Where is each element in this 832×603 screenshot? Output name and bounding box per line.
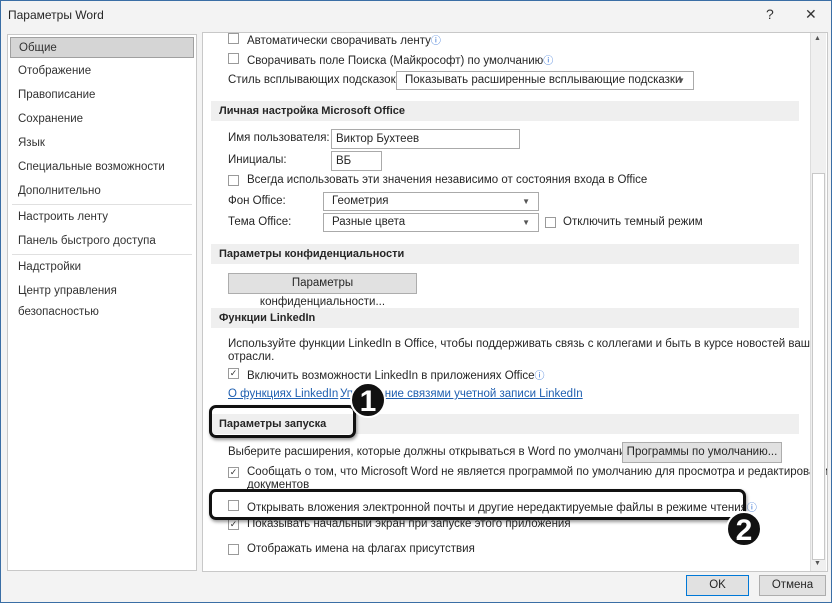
annotation-box-2 bbox=[209, 489, 746, 520]
dropdown-arrow-icon: ▼ bbox=[522, 197, 530, 206]
notify-default-checkbox[interactable]: ✓ bbox=[228, 467, 239, 478]
sidebar-item-save[interactable]: Сохранение bbox=[10, 109, 194, 130]
dropdown-arrow-icon: ▼ bbox=[677, 76, 685, 85]
disable-dark-label: Отключить темный режим bbox=[563, 216, 703, 228]
section-header-personal: Личная настройка Microsoft Office bbox=[211, 101, 799, 121]
choose-extensions-label: Выберите расширения, которые должны откр… bbox=[228, 446, 638, 458]
sidebar-item-customize-ribbon[interactable]: Настроить ленту bbox=[10, 207, 194, 228]
collapse-search-label: Сворачивать поле Поиска (Майкрософт) по … bbox=[247, 55, 544, 67]
always-use-checkbox[interactable] bbox=[228, 175, 239, 186]
sidebar-item-language[interactable]: Язык bbox=[10, 133, 194, 154]
linkedin-description: Используйте функции LinkedIn в Office, ч… bbox=[228, 338, 823, 350]
theme-value: Разные цвета bbox=[332, 216, 406, 228]
collapse-search-checkbox[interactable] bbox=[228, 53, 239, 64]
linkedin-enable-checkbox[interactable]: ✓ bbox=[228, 368, 239, 379]
theme-select[interactable]: Разные цвета ▼ bbox=[323, 213, 539, 232]
info-icon[interactable]: ⓘ bbox=[543, 56, 553, 67]
username-input[interactable]: Виктор Бухтеев bbox=[331, 129, 520, 149]
default-programs-button[interactable]: Программы по умолчанию... bbox=[622, 442, 782, 463]
presence-checkbox[interactable] bbox=[228, 544, 239, 555]
scrollbar[interactable]: ▲ ▼ bbox=[810, 33, 826, 571]
notify-default-label: Сообщать о том, что Microsoft Word не яв… bbox=[247, 466, 828, 478]
annotation-number-2: 2 bbox=[726, 511, 762, 547]
section-header-privacy: Параметры конфиденциальности bbox=[211, 244, 799, 264]
initials-input[interactable]: ВБ bbox=[331, 151, 382, 171]
initials-label: Инициалы: bbox=[228, 154, 287, 166]
section-header-linkedin: Функции LinkedIn bbox=[211, 308, 799, 328]
sidebar-item-addins[interactable]: Надстройки bbox=[10, 257, 194, 278]
background-value: Геометрия bbox=[332, 195, 389, 207]
cancel-button[interactable]: Отмена bbox=[759, 575, 826, 596]
tooltip-style-value: Показывать расширенные всплывающие подск… bbox=[405, 74, 682, 86]
linkedin-description-cont: отрасли. bbox=[228, 351, 275, 363]
tooltip-style-select[interactable]: Показывать расширенные всплывающие подск… bbox=[396, 71, 694, 90]
show-start-screen-checkbox[interactable]: ✓ bbox=[228, 519, 239, 530]
info-icon[interactable]: ⓘ bbox=[535, 371, 545, 382]
close-button[interactable]: ✕ bbox=[805, 6, 817, 23]
background-select[interactable]: Геометрия ▼ bbox=[323, 192, 539, 211]
auto-collapse-ribbon-checkbox[interactable] bbox=[228, 33, 239, 44]
tooltip-style-label: Стиль всплывающих подсказок: bbox=[228, 74, 399, 86]
window-title: Параметры Word bbox=[8, 8, 104, 22]
ok-button[interactable]: OK bbox=[686, 575, 749, 596]
sidebar-item-quick-access[interactable]: Панель быстрого доступа bbox=[10, 231, 194, 252]
sidebar: Общие Отображение Правописание Сохранени… bbox=[7, 34, 197, 571]
divider bbox=[12, 204, 192, 205]
sidebar-item-display[interactable]: Отображение bbox=[10, 61, 194, 82]
linkedin-about-link[interactable]: О функциях LinkedIn bbox=[228, 388, 338, 400]
sidebar-item-general[interactable]: Общие bbox=[10, 37, 194, 58]
auto-collapse-ribbon-label: Автоматически сворачивать ленту bbox=[247, 35, 431, 47]
scroll-down-icon[interactable]: ▼ bbox=[814, 560, 821, 567]
annotation-box-1 bbox=[209, 405, 356, 438]
disable-dark-checkbox[interactable] bbox=[545, 217, 556, 228]
sidebar-item-trust-center[interactable]: Центр управления безопасностью bbox=[10, 281, 194, 318]
background-label: Фон Office: bbox=[228, 195, 286, 207]
sidebar-item-proofing[interactable]: Правописание bbox=[10, 85, 194, 106]
divider bbox=[12, 254, 192, 255]
sidebar-item-advanced[interactable]: Дополнительно bbox=[10, 181, 194, 202]
help-button[interactable]: ? bbox=[766, 6, 774, 22]
username-label: Имя пользователя: bbox=[228, 132, 330, 144]
linkedin-enable-label: Включить возможности LinkedIn в приложен… bbox=[247, 370, 535, 382]
privacy-settings-button[interactable]: Параметры конфиденциальности... bbox=[228, 273, 417, 308]
sidebar-item-accessibility[interactable]: Специальные возможности bbox=[10, 157, 194, 178]
presence-label: Отображать имена на флагах присутствия bbox=[247, 543, 475, 555]
always-use-label: Всегда использовать эти значения независ… bbox=[247, 174, 648, 186]
scrollbar-thumb[interactable] bbox=[812, 173, 825, 560]
dropdown-arrow-icon: ▼ bbox=[522, 218, 530, 227]
scroll-up-icon[interactable]: ▲ bbox=[814, 35, 821, 42]
theme-label: Тема Office: bbox=[228, 216, 292, 228]
annotation-number-1: 1 bbox=[350, 382, 386, 418]
info-icon[interactable]: ⓘ bbox=[431, 36, 441, 47]
